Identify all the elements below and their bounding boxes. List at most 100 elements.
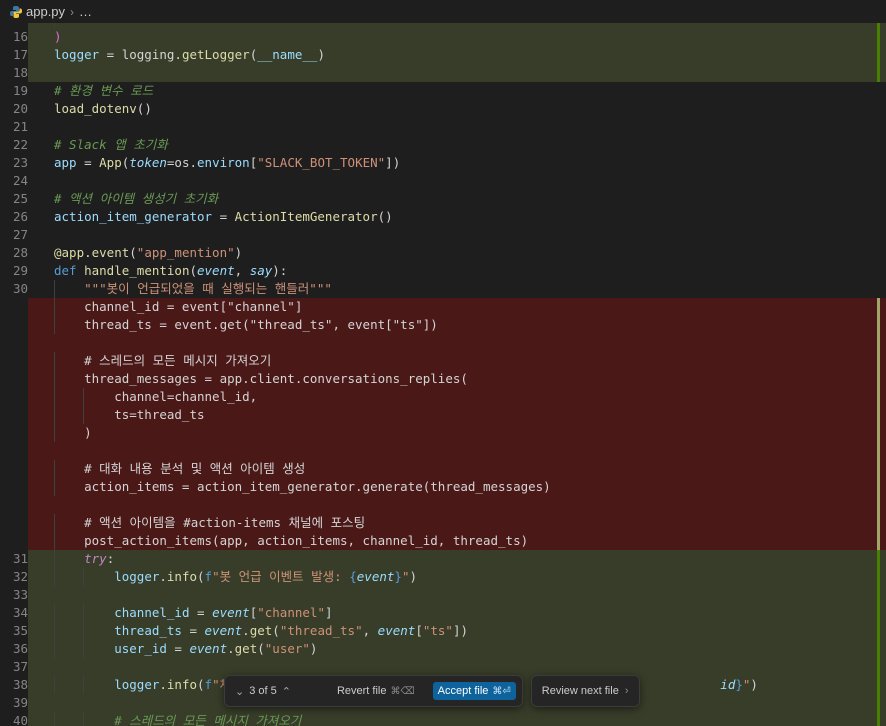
removed-code-line[interactable] bbox=[0, 334, 886, 352]
removed-code-line[interactable]: post_action_items(app, action_items, cha… bbox=[0, 532, 886, 550]
code-text: # 액션 아이템 생성기 초기화 bbox=[54, 191, 219, 206]
scroll-deletion-marker bbox=[877, 514, 880, 532]
scroll-deletion-marker bbox=[877, 370, 880, 388]
removed-code-line[interactable]: channel=channel_id, bbox=[0, 388, 886, 406]
code-text: thread_ts = event.get("thread_ts", event… bbox=[54, 317, 438, 332]
indent-guide bbox=[54, 352, 55, 370]
added-code-line[interactable]: 36 user_id = event.get("user") bbox=[0, 640, 886, 658]
code-line[interactable]: 20 load_dotenv() bbox=[0, 100, 886, 118]
indent-guide bbox=[54, 568, 55, 586]
removed-code-line[interactable]: thread_messages = app.client.conversatio… bbox=[0, 370, 886, 388]
scroll-addition-marker bbox=[877, 712, 880, 726]
revert-file-label: Revert file bbox=[336, 685, 387, 697]
removed-code-line[interactable]: channel_id = event["channel"] bbox=[0, 298, 886, 316]
code-text: # 액션 아이템을 #action-items 채널에 포스팅 bbox=[54, 515, 366, 530]
code-text: # 스레드의 모든 메시지 가져오기 bbox=[114, 713, 302, 726]
line-number: 30 bbox=[0, 280, 28, 298]
scroll-addition-marker bbox=[877, 568, 880, 586]
code-line[interactable]: 21 bbox=[0, 118, 886, 136]
code-editor[interactable]: 15 "16)17logger = logging.getLogger(__na… bbox=[0, 23, 886, 726]
code-line[interactable]: 27 bbox=[0, 226, 886, 244]
line-number bbox=[0, 388, 28, 406]
line-number: 17 bbox=[0, 46, 28, 64]
added-code-line[interactable]: 34 channel_id = event["channel"] bbox=[0, 604, 886, 622]
indent-guide bbox=[54, 622, 55, 640]
diff-counter: 3 of 5 bbox=[249, 685, 277, 697]
line-number: 20 bbox=[0, 100, 28, 118]
code-text: # 스레드의 모든 메시지 가져오기 bbox=[54, 353, 272, 368]
removed-code-line[interactable] bbox=[0, 496, 886, 514]
indent-guide bbox=[54, 676, 55, 694]
removed-code-line[interactable]: ) bbox=[0, 424, 886, 442]
diff-navigator: ⌄ 3 of 5 ⌃ bbox=[225, 685, 301, 698]
removed-code-line[interactable]: # 대화 내용 분석 및 액션 아이템 생성 bbox=[0, 460, 886, 478]
scroll-addition-marker bbox=[877, 64, 880, 82]
accept-file-label: Accept file bbox=[437, 685, 489, 697]
line-number bbox=[0, 442, 28, 460]
line-number: 37 bbox=[0, 658, 28, 676]
removed-code-line[interactable]: # 액션 아이템을 #action-items 채널에 포스팅 bbox=[0, 514, 886, 532]
code-line[interactable]: 29 def handle_mention(event, say): bbox=[0, 262, 886, 280]
added-code-line[interactable]: 18 bbox=[0, 64, 886, 82]
removed-code-line[interactable]: thread_ts = event.get("thread_ts", event… bbox=[0, 316, 886, 334]
line-number: 16 bbox=[0, 28, 28, 46]
scroll-deletion-marker bbox=[877, 298, 880, 316]
code-line[interactable]: 22 # Slack 앱 초기화 bbox=[0, 136, 886, 154]
added-code-line[interactable]: 16) bbox=[0, 28, 886, 46]
removed-code-line[interactable] bbox=[0, 442, 886, 460]
line-number: 40 bbox=[0, 712, 28, 726]
code-text: channel_id = event["channel"] bbox=[114, 605, 333, 620]
line-number: 22 bbox=[0, 136, 28, 154]
added-code-line[interactable]: 32 logger.info(f"봇 언급 이벤트 발생: {event}") bbox=[0, 568, 886, 586]
scroll-deletion-marker bbox=[877, 532, 880, 550]
code-text: app = App(token=os.environ["SLACK_BOT_TO… bbox=[54, 155, 401, 170]
indent-guide bbox=[54, 298, 55, 316]
code-line[interactable]: 25 # 액션 아이템 생성기 초기화 bbox=[0, 190, 886, 208]
review-next-file-button[interactable]: Review next file › bbox=[530, 675, 640, 707]
code-line[interactable]: 23 app = App(token=os.environ["SLACK_BOT_… bbox=[0, 154, 886, 172]
code-line[interactable]: 30 """봇이 언급되었을 때 실행되는 핸들러""" bbox=[0, 280, 886, 298]
accept-file-button[interactable]: Accept file ⌘⏎ bbox=[432, 682, 516, 700]
added-code-line[interactable]: 37 bbox=[0, 658, 886, 676]
code-text: ts=thread_ts bbox=[54, 407, 205, 422]
revert-file-button[interactable]: Revert file ⌘⌫ bbox=[329, 685, 423, 697]
code-text: post_action_items(app, action_items, cha… bbox=[54, 533, 529, 548]
scroll-deletion-marker bbox=[877, 424, 880, 442]
line-number bbox=[0, 316, 28, 334]
breadcrumb-more[interactable]: … bbox=[79, 4, 92, 19]
code-line[interactable]: 24 bbox=[0, 172, 886, 190]
diff-actions-pill: ⌄ 3 of 5 ⌃ Revert file ⌘⌫ Accept file ⌘⏎ bbox=[224, 675, 523, 707]
diff-review-toolbar: ⌄ 3 of 5 ⌃ Revert file ⌘⌫ Accept file ⌘⏎… bbox=[224, 675, 640, 707]
code-text: logger = logging.getLogger(__name__) bbox=[54, 47, 325, 62]
line-number: 21 bbox=[0, 118, 28, 136]
scroll-deletion-marker bbox=[877, 406, 880, 424]
chevron-down-icon[interactable]: ⌄ bbox=[235, 685, 244, 698]
added-code-line[interactable]: 17 logger = logging.getLogger(__name__) bbox=[0, 46, 886, 64]
code-line[interactable]: 28 @app.event("app_mention") bbox=[0, 244, 886, 262]
breadcrumb-file[interactable]: app.py bbox=[26, 4, 65, 19]
added-code-line[interactable]: 33 bbox=[0, 586, 886, 604]
removed-code-line[interactable]: action_items = action_item_generator.gen… bbox=[0, 478, 886, 496]
removed-code-line[interactable]: ts=thread_ts bbox=[0, 406, 886, 424]
code-text: channel=channel_id, bbox=[54, 389, 258, 404]
line-number: 34 bbox=[0, 604, 28, 622]
breadcrumb: app.py › … bbox=[0, 0, 886, 23]
indent-guide bbox=[54, 280, 55, 298]
indent-guide bbox=[83, 568, 84, 586]
line-number: 33 bbox=[0, 586, 28, 604]
line-number bbox=[0, 370, 28, 388]
removed-code-line[interactable]: # 스레드의 모든 메시지 가져오기 bbox=[0, 352, 886, 370]
code-text: def handle_mention(event, say): bbox=[54, 263, 288, 278]
added-code-line[interactable]: 35 thread_ts = event.get("thread_ts", ev… bbox=[0, 622, 886, 640]
code-line[interactable]: 26 action_item_generator = ActionItemGene… bbox=[0, 208, 886, 226]
accept-shortcut: ⌘⏎ bbox=[492, 685, 511, 697]
code-text: @app.event("app_mention") bbox=[54, 245, 243, 260]
line-number bbox=[0, 460, 28, 478]
code-line[interactable]: 19 # 환경 변수 로드 bbox=[0, 82, 886, 100]
line-number: 19 bbox=[0, 82, 28, 100]
chevron-up-icon[interactable]: ⌃ bbox=[282, 685, 291, 698]
added-code-line[interactable]: 31 try: bbox=[0, 550, 886, 568]
indent-guide bbox=[54, 514, 55, 532]
line-number: 36 bbox=[0, 640, 28, 658]
added-code-line[interactable]: 40 # 스레드의 모든 메시지 가져오기 bbox=[0, 712, 886, 726]
